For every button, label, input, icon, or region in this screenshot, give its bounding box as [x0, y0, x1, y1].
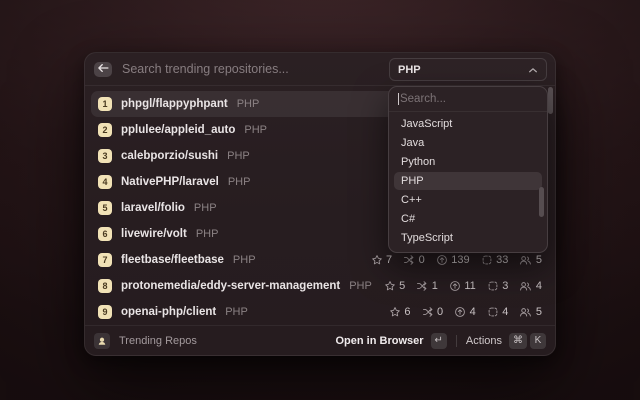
dropdown-option[interactable]: C++: [394, 191, 542, 209]
list-scrollbar[interactable]: [548, 87, 553, 114]
repo-name: protonemedia/eddy-server-management: [121, 280, 341, 292]
text-cursor: [398, 93, 399, 105]
actions-label[interactable]: Actions: [466, 335, 502, 347]
repo-language: PHP: [195, 228, 219, 240]
arrow-up-circle-icon: [454, 306, 466, 318]
issue-icon: [487, 280, 499, 292]
dropdown-option[interactable]: JavaScript: [394, 115, 542, 133]
repo-name: livewire/volt: [121, 228, 187, 240]
repo-language: PHP: [349, 280, 372, 292]
repo-name: pplulee/appleid_auto: [121, 124, 236, 136]
repo-language: PHP: [232, 254, 256, 266]
rank-badge: 6: [98, 227, 112, 241]
rank-badge: 4: [98, 175, 112, 189]
dropdown-search-input[interactable]: [399, 93, 538, 105]
dropdown-option[interactable]: C#: [394, 210, 542, 228]
repo-name: laravel/folio: [121, 202, 185, 214]
arrow-up-circle-icon: [449, 280, 461, 292]
repo-language: PHP: [244, 124, 268, 136]
arrow-up-circle-icon: [436, 254, 448, 266]
repo-name: fleetbase/fleetbase: [121, 254, 224, 266]
language-dropdown-button[interactable]: PHP: [389, 58, 547, 81]
repo-language: PHP: [193, 202, 217, 214]
extension-name: Trending Repos: [119, 334, 197, 347]
language-dropdown-value: PHP: [398, 63, 421, 76]
arrow-left-icon: [97, 60, 109, 78]
dropdown-option[interactable]: Java: [394, 134, 542, 152]
contributors-icon: [519, 280, 532, 292]
repo-language: PHP: [225, 306, 248, 318]
fork-icon: [422, 306, 434, 318]
rank-badge: 2: [98, 123, 112, 137]
key-badge: K: [530, 332, 546, 349]
actions-key-badges: ⌘ K: [509, 332, 546, 349]
repo-language: PHP: [227, 176, 251, 188]
key-badge: ⌘: [509, 332, 527, 349]
dropdown-option[interactable]: PHP: [394, 172, 542, 190]
repo-stats: 5 1 11 3 4: [384, 280, 542, 292]
dropdown-scrollbar[interactable]: [539, 187, 544, 217]
issue-icon: [481, 254, 493, 266]
footer-divider: [455, 334, 457, 347]
search-header: PHP: [85, 53, 555, 86]
contributors-icon: [519, 254, 532, 266]
repo-name: NativePHP/laravel: [121, 176, 219, 188]
star-icon: [371, 254, 383, 266]
dropdown-options-list: JavaScript Java Python PHP C++ C# TypeScript: [389, 112, 547, 252]
fork-icon: [416, 280, 428, 292]
repo-language: PHP: [227, 150, 250, 162]
rank-badge: 3: [98, 149, 112, 163]
rank-badge: 9: [98, 305, 112, 319]
issue-icon: [487, 306, 499, 318]
star-icon: [389, 306, 401, 318]
extension-icon: [94, 332, 110, 349]
back-button[interactable]: [94, 60, 112, 78]
chevron-up-icon: [528, 61, 538, 79]
fork-icon: [403, 254, 415, 266]
repo-language: PHP: [236, 98, 260, 110]
repo-name: phpgl/flappyphpant: [121, 98, 228, 110]
repo-list-item[interactable]: 9 openai-php/client PHP 6 0 4 4 5: [91, 299, 549, 325]
rank-badge: 1: [98, 97, 112, 111]
return-key-badge: ↵: [430, 332, 447, 349]
repo-list-item[interactable]: 8 protonemedia/eddy-server-management PH…: [91, 273, 549, 299]
rank-badge: 8: [98, 279, 112, 293]
primary-action-label[interactable]: Open in Browser: [336, 335, 424, 347]
dropdown-option[interactable]: Python: [394, 153, 542, 171]
launcher-window: PHP 1 phpgl/flappyphpant PHP 2 pplulee/a…: [84, 52, 556, 356]
rank-badge: 7: [98, 253, 112, 267]
repo-stats: 7 0 139 33 5: [371, 254, 542, 266]
repo-name: calebporzio/sushi: [121, 150, 219, 162]
dropdown-search-row: [389, 87, 547, 112]
dropdown-option[interactable]: TypeScript: [394, 229, 542, 247]
repo-name: openai-php/client: [121, 306, 217, 318]
contributors-icon: [519, 306, 532, 318]
language-dropdown-panel: JavaScriptJavaPythonPHPC++C#TypeScript: [388, 86, 548, 253]
footer-bar: Trending Repos Open in Browser ↵ Actions…: [85, 325, 555, 355]
repo-stats: 6 0 4 4 5: [389, 306, 542, 318]
rank-badge: 5: [98, 201, 112, 215]
star-icon: [384, 280, 396, 292]
